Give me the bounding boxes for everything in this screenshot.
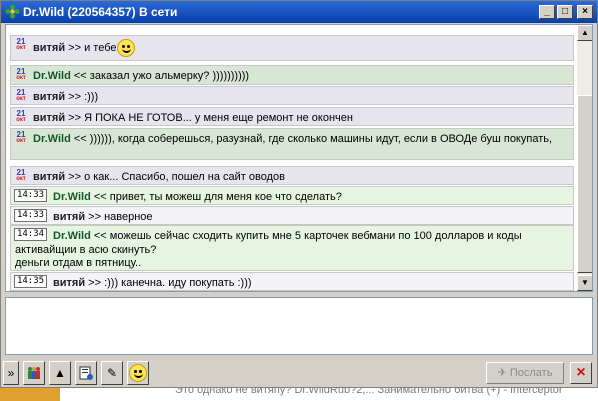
message-body: витяй >> наверное: [53, 210, 153, 224]
sender-name: витяй: [33, 91, 66, 103]
background-logo: [0, 388, 60, 401]
message-row: 21 окт витяй >> и тебе: [10, 35, 574, 61]
timestamp: 14:33: [14, 209, 47, 222]
chevron-down-icon[interactable]: »: [3, 361, 19, 385]
direction-arrow: >>: [68, 112, 82, 124]
sender-name: Dr.Wild: [53, 191, 91, 203]
date-stamp: 21 окт: [16, 109, 26, 124]
message-row: 14:34 Dr.Wild << можешь сейчас сходить к…: [10, 225, 574, 271]
direction-arrow: <<: [73, 133, 87, 145]
close-chat-button[interactable]: ×: [570, 362, 592, 384]
smiley-icon[interactable]: [127, 361, 149, 385]
timestamp: 14:34: [14, 228, 47, 241]
title-bar[interactable]: Dr.Wild (220564357) В сети _ □ ×: [1, 1, 597, 23]
bottom-toolbar: » ▲ ✎ ✈ Послать ×: [1, 359, 597, 388]
scroll-down-button[interactable]: ▼: [577, 275, 592, 291]
message-text: :))) канечна. иду покупать :))): [104, 277, 252, 289]
timestamp: 14:35: [14, 275, 47, 288]
message-row: 14:33 витяй >> наверное: [10, 206, 574, 225]
message-body: Dr.Wild << можешь сейчас сходить купить …: [53, 229, 522, 243]
date-stamp: 21 окт: [16, 168, 26, 183]
history-scrollbar[interactable]: ▲ ▼: [577, 25, 592, 291]
message-history[interactable]: 21 окт витяй >> и тебе 21 окт Dr.Wild << з…: [5, 24, 593, 292]
message-text: наверное: [104, 211, 153, 223]
direction-arrow: >>: [68, 91, 82, 103]
direction-arrow: >>: [88, 277, 102, 289]
date-stamp: 21 окт: [16, 88, 26, 103]
message-text: Я ПОКА НЕ ГОТОВ... у меня еще ремонт не …: [84, 112, 353, 124]
send-icon: ✈: [497, 367, 510, 379]
sender-name: витяй: [53, 277, 86, 289]
sender-name: витяй: [53, 211, 86, 223]
edit-icon[interactable]: ✎: [101, 361, 123, 385]
scroll-up-button[interactable]: ▲: [577, 25, 592, 41]
message-input[interactable]: [5, 297, 593, 355]
timestamp: 14:33: [14, 189, 47, 202]
maximize-button[interactable]: □: [557, 5, 573, 19]
message-row: 14:33 Dr.Wild << привет, ты можеш для ме…: [10, 186, 574, 205]
direction-arrow: <<: [93, 191, 107, 203]
message-text: заказал ужо альмерку? )))))))))): [89, 70, 250, 82]
message-body: Dr.Wild << привет, ты можеш для меня кое…: [53, 190, 342, 204]
direction-arrow: >>: [68, 171, 82, 183]
message-body: витяй >> Я ПОКА НЕ ГОТОВ... у меня еще р…: [33, 111, 353, 125]
message-body: витяй >> :))): [33, 90, 98, 104]
scroll-thumb[interactable]: [577, 95, 592, 273]
message-text: :))): [84, 91, 99, 103]
direction-arrow: >>: [68, 42, 82, 54]
message-row: 21 окт витяй >> о как... Спасибо, пошел н…: [10, 166, 574, 185]
message-text-line2: активайщии в асю скинуть?: [15, 244, 157, 256]
message-text: )))))), когда соберешься, разузнай, где …: [89, 133, 553, 145]
message-body: витяй >> и тебе: [33, 41, 116, 55]
message-text: привет, ты можеш для меня кое что сделат…: [109, 191, 342, 203]
date-stamp: 21 окт: [16, 130, 26, 145]
users-icon[interactable]: [23, 361, 45, 385]
sender-name: Dr.Wild: [33, 133, 71, 145]
send-button[interactable]: ✈ Послать: [486, 362, 564, 384]
message-body: витяй >> :))) канечна. иду покупать :))): [53, 276, 252, 290]
message-body: витяй >> о как... Спасибо, пошел на сайт…: [33, 170, 285, 184]
window-title: Dr.Wild (220564357) В сети: [23, 5, 178, 19]
chat-window: Dr.Wild (220564357) В сети _ □ × 21 окт в…: [0, 0, 598, 388]
message-body: Dr.Wild << )))))), когда соберешься, раз…: [33, 132, 552, 146]
sender-name: витяй: [33, 112, 66, 124]
message-row: 21 окт Dr.Wild << )))))), когда соберешьс…: [10, 128, 574, 160]
arrow-up-icon[interactable]: ▲: [49, 361, 71, 385]
close-window-button[interactable]: ×: [577, 5, 593, 19]
message-row: 21 окт витяй >> :))): [10, 86, 574, 105]
message-row: 14:35 витяй >> :))) канечна. иду покупат…: [10, 272, 574, 291]
info-icon[interactable]: [75, 361, 97, 385]
message-text: о как... Спасибо, пошел на сайт оводов: [84, 171, 285, 183]
icq-flower-icon: [5, 4, 20, 19]
message-text-line3: деньги отдам в пятницу..: [15, 257, 142, 269]
message-text: и тебе: [84, 42, 117, 54]
background-text: Это однако не витяпу? Dr.WildRub?2,... З…: [175, 388, 563, 396]
date-stamp: 21 окт: [16, 37, 26, 52]
message-body: Dr.Wild << заказал ужо альмерку? )))))))…: [33, 69, 249, 83]
sender-name: Dr.Wild: [33, 70, 71, 82]
direction-arrow: <<: [73, 70, 87, 82]
smiley-icon: [117, 39, 135, 57]
background-page: Это однако не витяпу? Dr.WildRub?2,... З…: [0, 388, 598, 401]
direction-arrow: <<: [93, 230, 107, 242]
date-stamp: 21 окт: [16, 67, 26, 82]
sender-name: Dr.Wild: [53, 230, 91, 242]
direction-arrow: >>: [88, 211, 102, 223]
message-row: 21 окт Dr.Wild << заказал ужо альмерку? )…: [10, 65, 574, 85]
message-text: можешь сейчас сходить купить мне 5 карто…: [109, 230, 522, 242]
sender-name: витяй: [33, 171, 66, 183]
message-row: 21 окт витяй >> Я ПОКА НЕ ГОТОВ... у меня…: [10, 107, 574, 126]
minimize-button[interactable]: _: [539, 5, 555, 19]
sender-name: витяй: [33, 42, 66, 54]
